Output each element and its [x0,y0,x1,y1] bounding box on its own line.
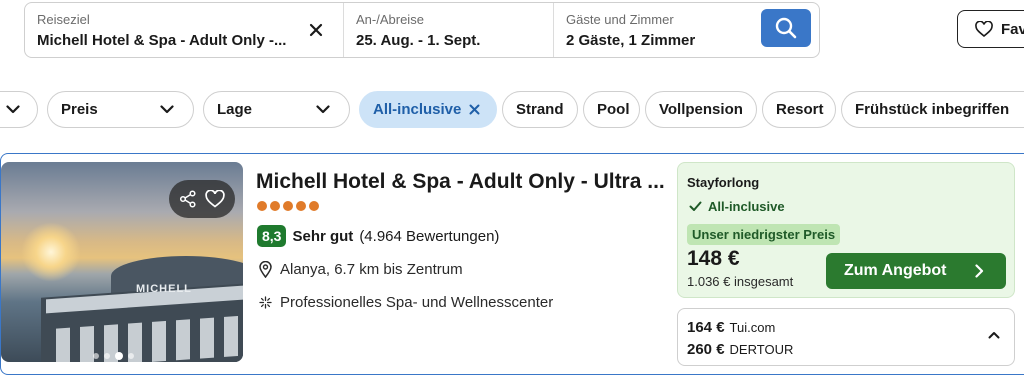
guests-label: Gäste und Zimmer [566,12,674,27]
dates-field[interactable]: An-/Abreise 25. Aug. - 1. Sept. [343,3,553,57]
view-deal-button[interactable]: Zum Angebot [826,253,1006,289]
destination-field[interactable]: Reiseziel Michell Hotel & Spa - Adult On… [25,3,343,57]
deal-price: 148 € [687,247,740,270]
photo-sun [21,222,81,282]
star-icon [257,201,267,211]
favorites-button[interactable]: Fav [957,10,1024,48]
filter-chip-all-inclusive[interactable]: All-inclusive [359,91,497,128]
search-bar: Reiseziel Michell Hotel & Spa - Adult On… [24,2,820,58]
filter-chip-fruehstueck[interactable]: Frühstück inbegriffen [841,91,1024,128]
star-icon [296,201,306,211]
filter-chip-resort[interactable]: Resort [762,91,836,128]
review-summary[interactable]: 8,3 Sehr gut (4.964 Bewertungen) [257,225,499,247]
deal-total: 1.036 € insgesamt [687,274,794,289]
filter-chip-label: Strand [516,101,564,118]
location-row: Alanya, 6.7 km bis Zentrum [259,261,463,278]
filter-chip-vollpension[interactable]: Vollpension [645,91,757,128]
board-type: All-inclusive [689,199,785,214]
photo-pagination [93,352,134,360]
deal-provider: Stayforlong [687,175,760,190]
filter-chip-preis[interactable]: Preis [47,91,194,128]
filter-chip-label: All-inclusive [373,101,462,118]
search-button[interactable] [761,9,811,47]
offer-price: 164 € [687,319,725,336]
destination-label: Reiseziel [37,12,90,27]
location-text: Alanya, 6.7 km bis Zentrum [280,261,463,278]
chevron-right-icon [975,264,984,278]
board-label: All-inclusive [708,199,785,214]
offer-provider: DERTOUR [729,342,794,357]
review-count: (4.964 Bewertungen) [359,227,500,245]
chevron-down-icon [160,105,174,114]
dates-label: An-/Abreise [356,12,424,27]
filter-chip-label: Frühstück inbegriffen [855,101,1010,118]
photo-actions [169,180,235,218]
close-icon[interactable] [469,104,480,115]
guests-field[interactable]: Gäste und Zimmer 2 Gäste, 1 Zimmer [553,3,763,57]
lowest-price-badge: Unser niedrigster Preis [687,224,841,245]
rating-badge: 8,3 [257,225,287,247]
filter-chip-strand[interactable]: Strand [502,91,578,128]
share-icon[interactable] [179,190,197,208]
star-icon [270,201,280,211]
search-icon [775,17,797,39]
filter-chip-label: Resort [776,101,824,118]
filter-chip-label: Vollpension [659,101,743,118]
location-pin-icon [259,261,272,278]
chevron-up-icon[interactable] [988,331,1000,339]
pagination-dot[interactable] [104,353,110,359]
offer-provider: Tui.com [729,320,776,335]
filter-chip-label: Preis [61,101,98,118]
hotel-card[interactable]: MICHELL Michell Hotel & Spa - Adult Only… [0,153,1024,375]
star-rating [257,201,319,211]
check-icon [689,201,702,211]
pagination-dot[interactable] [93,353,99,359]
pagination-dot[interactable] [128,353,134,359]
feature-row: Professionelles Spa- und Wellnesscenter [259,294,553,311]
rating-word: Sehr gut [292,227,354,245]
chevron-down-icon [316,105,330,114]
pagination-dot[interactable] [115,352,123,360]
filter-chip-pool[interactable]: Pool [583,91,640,128]
star-icon [309,201,319,211]
sparkle-icon [259,296,272,309]
heart-icon[interactable] [205,190,225,208]
chevron-down-icon [6,105,20,114]
other-offers[interactable]: 164 € Tui.com 260 € DERTOUR [677,308,1015,366]
photo-sign: MICHELL [136,283,192,295]
filter-chip-label: Pool [597,101,630,118]
guests-value[interactable]: 2 Gäste, 1 Zimmer [566,30,751,52]
offer-price: 260 € [687,341,725,358]
view-deal-label: Zum Angebot [844,262,947,279]
feature-text: Professionelles Spa- und Wellnesscenter [280,294,554,311]
clear-icon[interactable] [307,21,325,39]
hotel-name[interactable]: Michell Hotel & Spa - Adult Only - Ultra… [256,170,666,194]
filter-chip-lage[interactable]: Lage [203,91,350,128]
heart-icon [975,21,993,37]
filter-chip-more[interactable] [0,91,38,128]
hotel-photo[interactable]: MICHELL [1,162,243,362]
offer-row[interactable]: 260 € DERTOUR [687,341,793,358]
offer-row[interactable]: 164 € Tui.com [687,319,775,336]
dates-value[interactable]: 25. Aug. - 1. Sept. [356,30,541,52]
destination-value[interactable]: Michell Hotel & Spa - Adult Only -... [37,30,331,52]
best-deal[interactable]: Stayforlong All-inclusive Unser niedrigs… [677,162,1015,298]
filter-chip-label: Lage [217,101,253,118]
favorites-label: Fav [1001,20,1024,38]
star-icon [283,201,293,211]
